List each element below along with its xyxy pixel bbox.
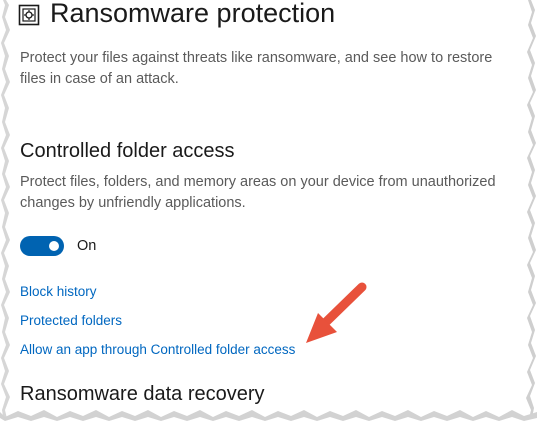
controlled-folder-access-toggle[interactable] (20, 236, 64, 256)
section-title-controlled-folder-access: Controlled folder access (20, 140, 235, 162)
shield-icon (18, 4, 40, 26)
protected-folders-link[interactable]: Protected folders (20, 312, 122, 330)
allow-app-link[interactable]: Allow an app through Controlled folder a… (20, 341, 295, 359)
page-header: Ransomware protection (18, 0, 335, 34)
page-title: Ransomware protection (50, 0, 336, 28)
toggle-knob (49, 241, 59, 251)
controlled-folder-access-description: Protect files, folders, and memory areas… (20, 174, 496, 211)
section-title-ransomware-data-recovery: Ransomware data recovery (20, 383, 265, 405)
page-intro: Protect your files against threats like … (20, 50, 493, 87)
toggle-label: On (77, 238, 97, 254)
window-panel: Ransomware protection Protect your files… (0, 0, 537, 423)
block-history-link[interactable]: Block history (20, 283, 97, 301)
